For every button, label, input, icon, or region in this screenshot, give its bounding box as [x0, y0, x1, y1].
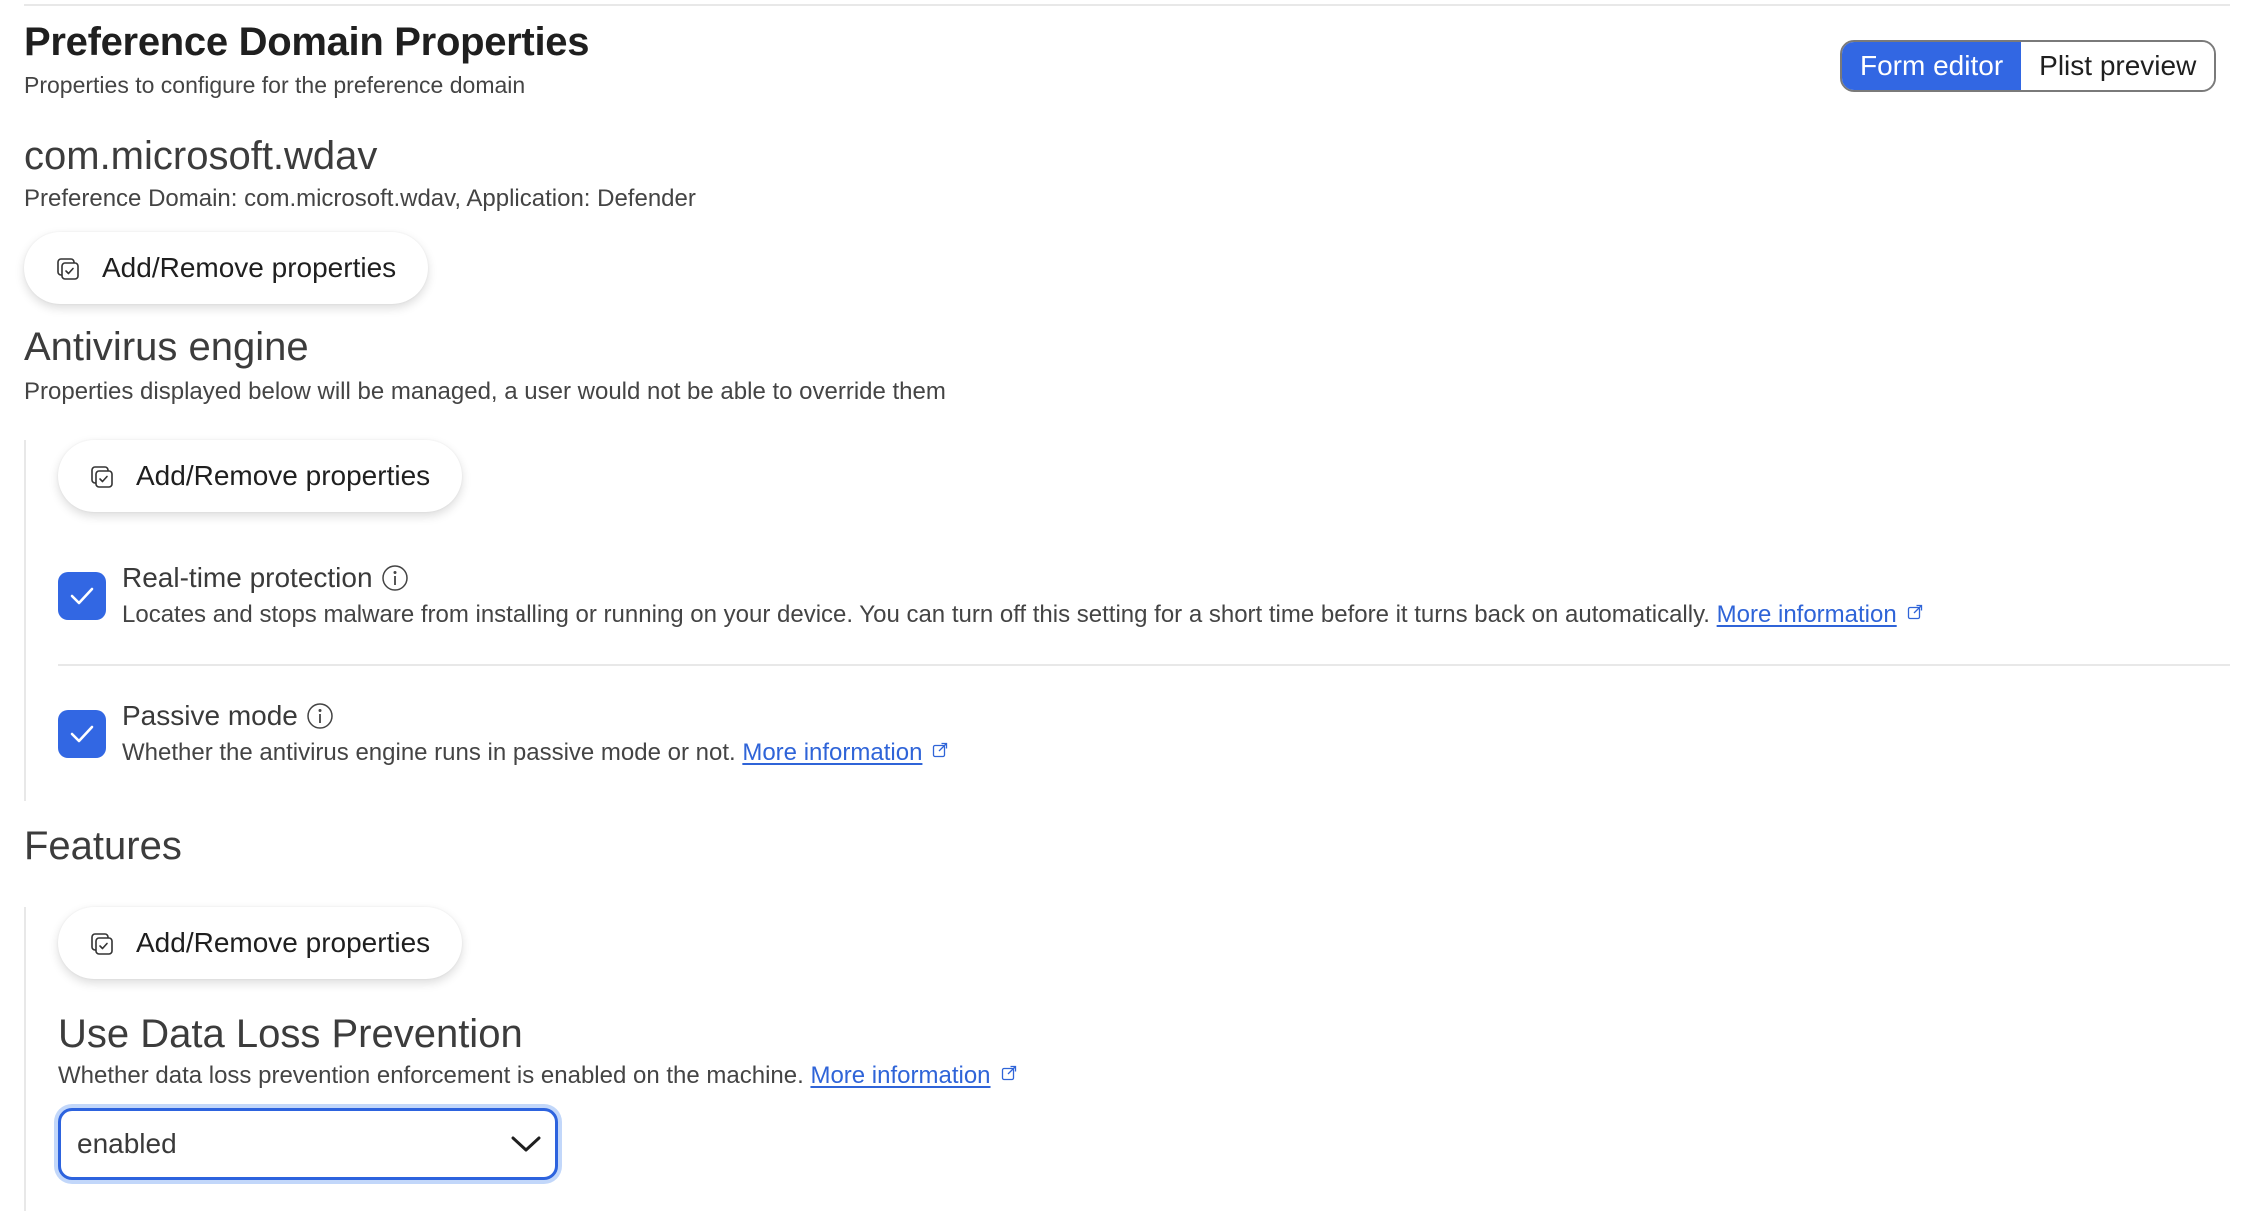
data-loss-prevention-title: Use Data Loss Prevention: [58, 1012, 523, 1056]
button-label: Add/Remove properties: [136, 927, 431, 958]
info-icon[interactable]: [381, 564, 409, 592]
checklist-icon: [90, 931, 114, 955]
antivirus-add-remove-properties-button[interactable]: Add/Remove properties: [58, 440, 463, 512]
real-time-protection-label: Real-time protection: [122, 562, 409, 594]
checkmark-icon: [70, 725, 94, 743]
chevron-down-icon: [511, 1136, 541, 1152]
passive-mode-description: Whether the antivirus engine runs in pas…: [122, 739, 948, 767]
more-information-link[interactable]: More information: [742, 739, 922, 766]
domain-meta: Preference Domain: com.microsoft.wdav, A…: [24, 185, 696, 212]
page-subtitle: Properties to configure for the preferen…: [24, 72, 526, 98]
plist-preview-tab[interactable]: Plist preview: [2021, 42, 2215, 90]
section-description: Properties displayed below will be manag…: [24, 378, 946, 405]
external-link-icon: [1907, 604, 1922, 620]
more-information-link[interactable]: More information: [810, 1062, 990, 1089]
passive-mode-checkbox[interactable]: [58, 710, 106, 758]
more-information-link[interactable]: More information: [1717, 601, 1897, 628]
passive-mode-label: Passive mode: [122, 700, 334, 732]
top-divider: [24, 4, 2230, 6]
section-title-features: Features: [24, 824, 182, 868]
domain-name: com.microsoft.wdav: [24, 134, 378, 178]
button-label: Add/Remove properties: [102, 252, 397, 283]
checklist-icon: [56, 256, 80, 280]
form-editor-tab[interactable]: Form editor: [1842, 42, 2022, 90]
external-link-icon: [1001, 1065, 1016, 1081]
real-time-protection-checkbox[interactable]: [58, 572, 106, 620]
checkmark-icon: [70, 587, 94, 605]
button-label: Add/Remove properties: [136, 460, 431, 491]
external-link-icon: [933, 742, 948, 758]
page-title: Preference Domain Properties: [24, 20, 590, 64]
domain-add-remove-properties-button[interactable]: Add/Remove properties: [24, 232, 429, 304]
select-value: enabled: [77, 1128, 177, 1159]
checklist-icon: [90, 464, 114, 488]
info-icon[interactable]: [306, 702, 334, 730]
section-indent-line: [24, 440, 26, 801]
real-time-protection-description: Locates and stops malware from installin…: [122, 601, 1923, 629]
section-indent-line: [24, 907, 26, 1211]
property-divider: [58, 664, 2230, 666]
section-title-antivirus-engine: Antivirus engine: [24, 325, 309, 369]
data-loss-prevention-description: Whether data loss prevention enforcement…: [58, 1062, 1017, 1090]
features-add-remove-properties-button[interactable]: Add/Remove properties: [58, 907, 463, 979]
view-mode-toggle: Form editor Plist preview: [1840, 40, 2217, 92]
data-loss-prevention-select[interactable]: enabled: [58, 1108, 558, 1180]
